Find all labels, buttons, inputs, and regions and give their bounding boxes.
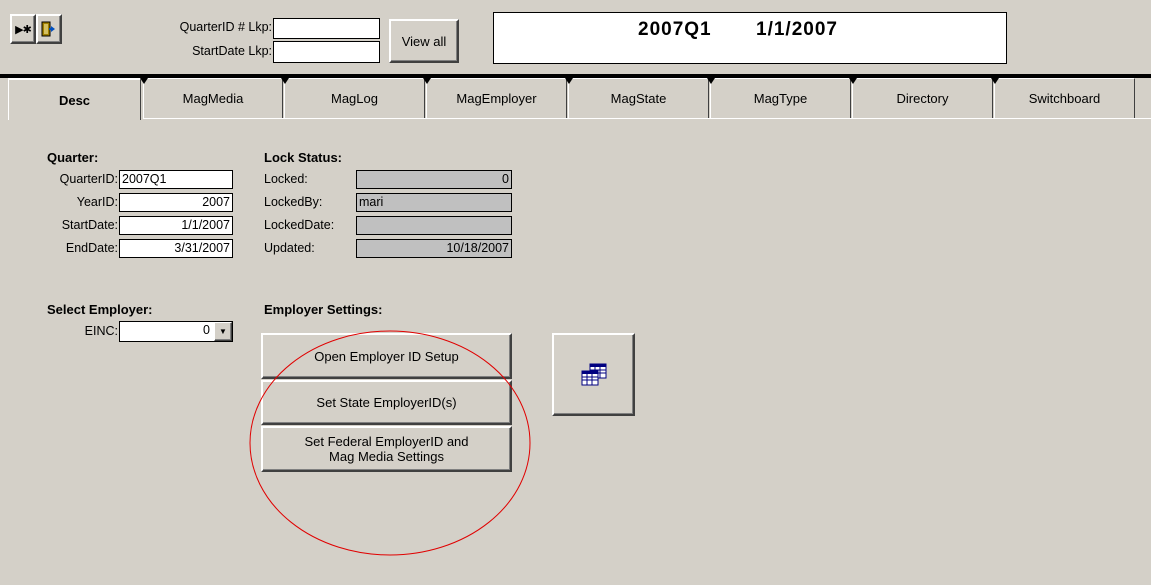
tab-notch-icon <box>849 78 857 84</box>
startdate-lookup-input[interactable] <box>273 41 380 63</box>
tab-magmedia-label: MagMedia <box>182 91 244 106</box>
view-all-label: View all <box>401 33 447 49</box>
set-federal-employerid-button[interactable]: Set Federal EmployerID and Mag Media Set… <box>261 426 512 472</box>
tab-magemployer-label: MagEmployer <box>456 91 537 106</box>
einc-combobox[interactable]: 0 ▼ <box>119 321 233 342</box>
chevron-down-icon: ▼ <box>219 327 227 336</box>
tab-switchboard-label: Switchboard <box>1028 91 1101 106</box>
open-employer-id-setup-label: Open Employer ID Setup <box>314 348 459 364</box>
tab-maglog[interactable]: MagLog <box>281 78 425 118</box>
datasheet-view-button[interactable] <box>552 333 635 416</box>
einc-label: EINC: <box>84 324 118 338</box>
locked-label: Locked: <box>264 172 308 186</box>
set-federal-employerid-label-line1: Set Federal EmployerID and <box>304 434 469 449</box>
einc-dropdown-button[interactable]: ▼ <box>214 322 232 341</box>
yearid-label: YearID: <box>76 195 118 209</box>
tab-notch-icon <box>140 78 148 84</box>
view-all-button[interactable]: View all <box>389 19 459 63</box>
tab-page-edge <box>143 118 1151 119</box>
tab-magemployer[interactable]: MagEmployer <box>423 78 567 118</box>
tab-notch-icon <box>565 78 573 84</box>
exit-door-icon <box>41 21 55 37</box>
new-record-button[interactable]: ▶✱ <box>10 14 36 44</box>
tab-directory[interactable]: Directory <box>849 78 993 118</box>
set-federal-employerid-label-line2: Mag Media Settings <box>329 449 444 464</box>
lockedby-field: mari <box>356 193 512 212</box>
enddate-label: EndDate: <box>65 241 118 255</box>
header-date: 1/1/2007 <box>756 19 838 40</box>
set-state-employerid-button[interactable]: Set State EmployerID(s) <box>261 380 512 425</box>
tab-magstate[interactable]: MagState <box>565 78 709 118</box>
lockeddate-label: LockedDate: <box>264 218 335 232</box>
updated-field: 10/18/2007 <box>356 239 512 258</box>
tab-directory-label: Directory <box>896 91 949 106</box>
set-state-employerid-label: Set State EmployerID(s) <box>316 395 457 410</box>
quarterid-field[interactable]: 2007Q1 <box>119 170 233 189</box>
einc-value: 0 <box>203 323 210 337</box>
employer-settings-heading: Employer Settings: <box>264 302 383 317</box>
yearid-field[interactable]: 2007 <box>119 193 233 212</box>
tab-magtype-label: MagType <box>753 91 808 106</box>
quarter-heading: Quarter: <box>47 150 99 165</box>
tab-magmedia[interactable]: MagMedia <box>140 78 283 118</box>
lockeddate-field <box>356 216 512 235</box>
tab-magtype[interactable]: MagType <box>707 78 851 118</box>
header-quarter: 2007Q1 <box>638 19 712 40</box>
new-record-icon: ▶✱ <box>15 23 32 36</box>
select-employer-heading: Select Employer: <box>47 302 153 317</box>
tab-notch-icon <box>423 78 431 84</box>
tab-notch-icon <box>991 78 999 84</box>
tab-maglog-label: MagLog <box>331 91 378 106</box>
tab-desc-label: Desc <box>58 92 91 108</box>
exit-button[interactable] <box>36 14 62 44</box>
locked-field: 0 <box>356 170 512 189</box>
tab-notch-icon <box>281 78 289 84</box>
startdate-lookup-label: StartDate Lkp: <box>192 44 272 58</box>
grid-table-icon <box>581 363 606 385</box>
enddate-field[interactable]: 3/31/2007 <box>119 239 233 258</box>
startdate-label: StartDate: <box>61 218 118 232</box>
startdate-field[interactable]: 1/1/2007 <box>119 216 233 235</box>
tab-desc[interactable]: Desc <box>8 78 141 120</box>
quarter-lookup-label: QuarterID # Lkp: <box>179 20 272 34</box>
open-employer-id-setup-button[interactable]: Open Employer ID Setup <box>261 333 512 379</box>
tab-magstate-label: MagState <box>610 91 667 106</box>
lock-status-heading: Lock Status: <box>264 150 343 165</box>
tab-switchboard[interactable]: Switchboard <box>991 78 1135 118</box>
lockedby-label: LockedBy: <box>264 195 323 209</box>
header-display-box: 2007Q1 1/1/2007 <box>493 12 1007 64</box>
quarter-lookup-input[interactable] <box>273 18 380 39</box>
tab-notch-icon <box>707 78 715 84</box>
updated-label: Updated: <box>264 241 315 255</box>
quarterid-label: QuarterID: <box>59 172 118 186</box>
